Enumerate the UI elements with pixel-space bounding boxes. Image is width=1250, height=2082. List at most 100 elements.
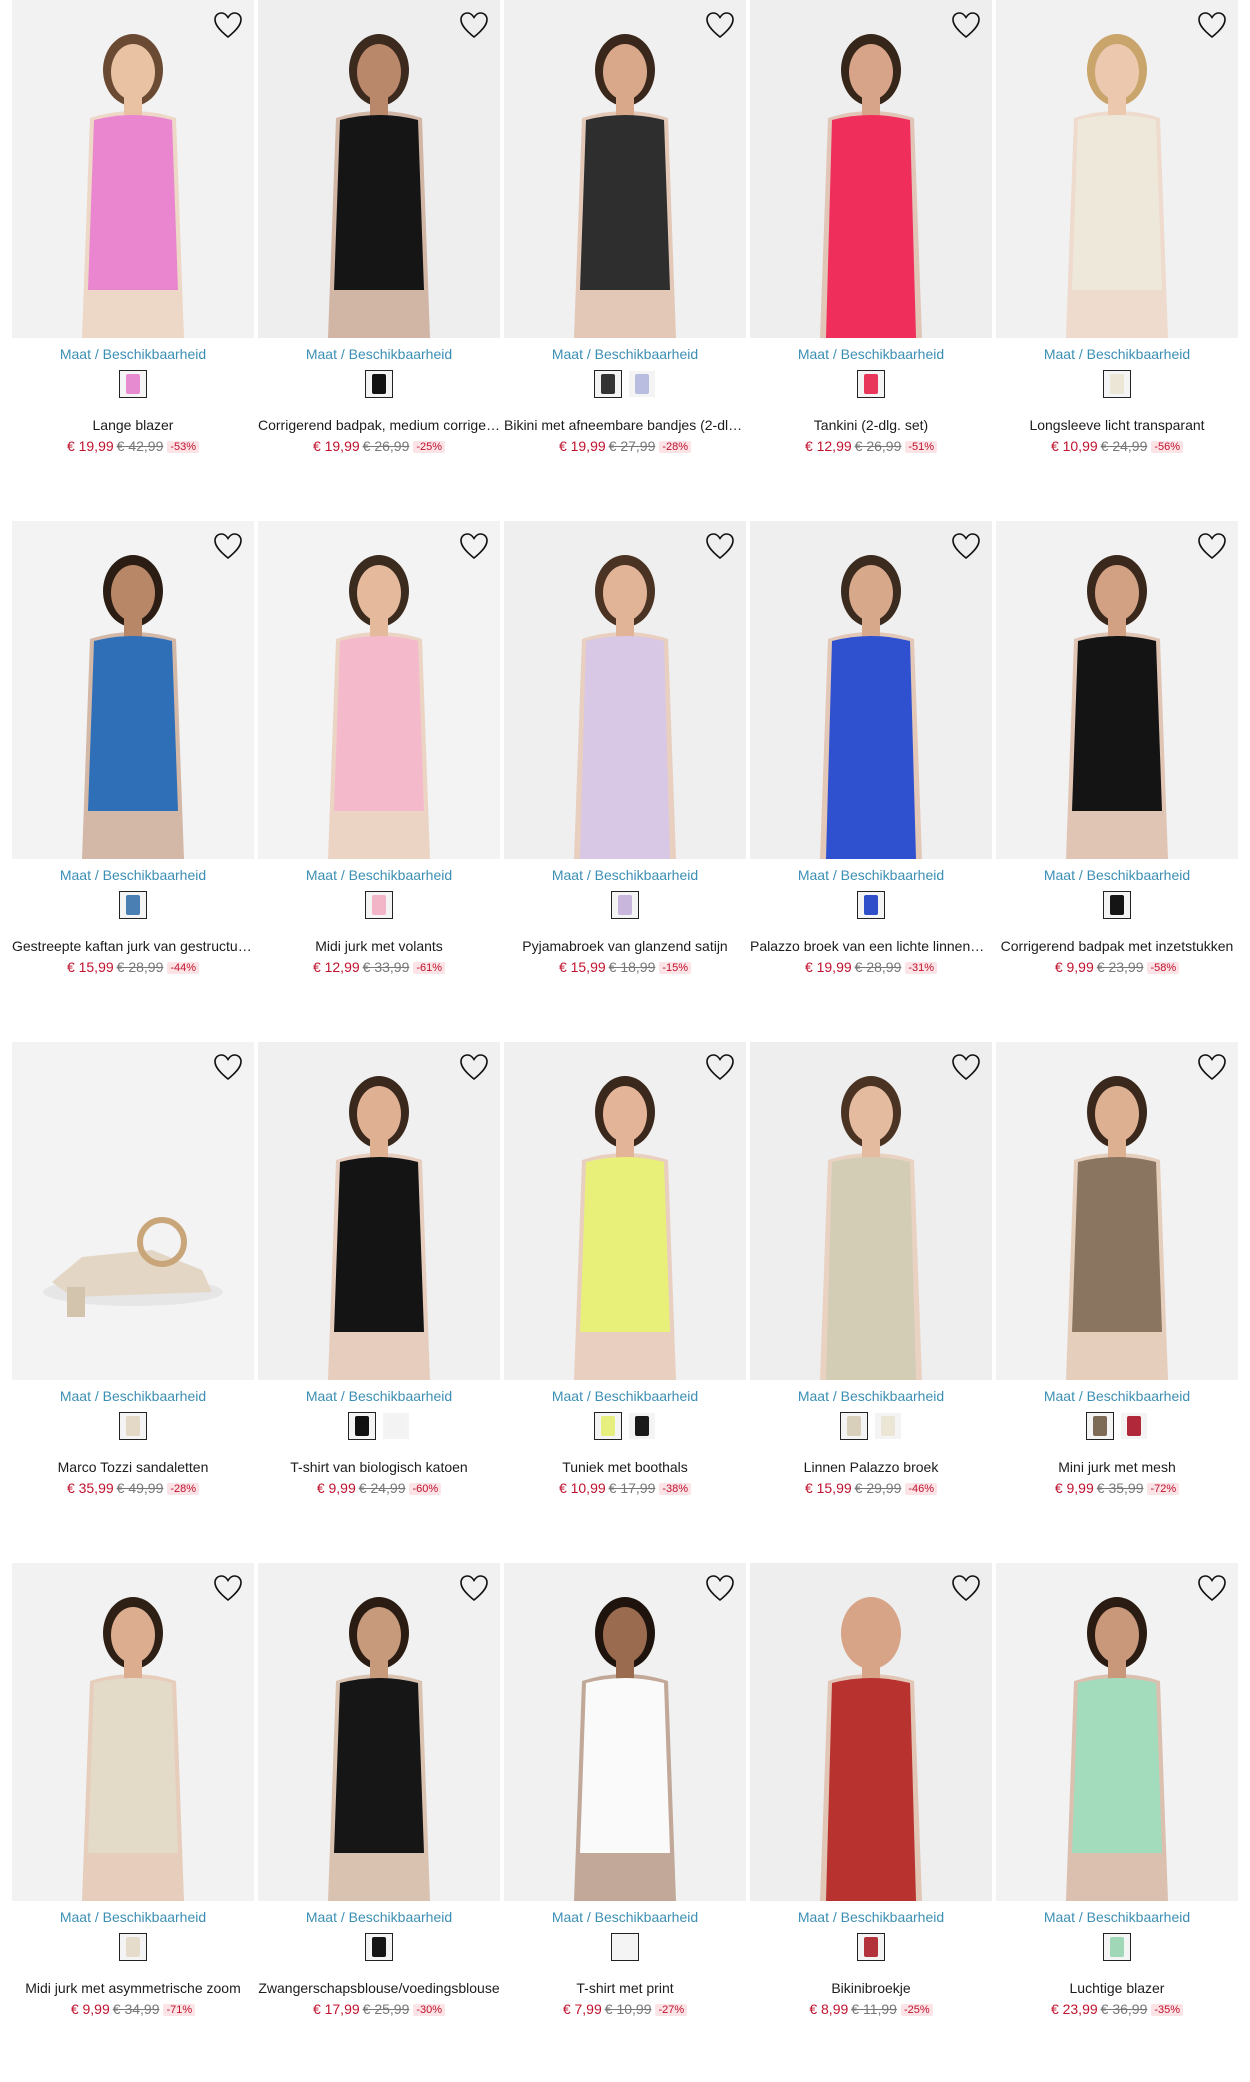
- product-image[interactable]: [504, 1042, 746, 1380]
- product-card[interactable]: Maat / Beschikbaarheid T-shirt van biolog…: [258, 1042, 500, 1522]
- size-availability-link[interactable]: Maat / Beschikbaarheid: [258, 1388, 500, 1404]
- product-image[interactable]: [12, 521, 254, 859]
- size-availability-link[interactable]: Maat / Beschikbaarheid: [996, 867, 1238, 883]
- product-card[interactable]: Maat / Beschikbaarheid Bikinibroekje € 8,9…: [750, 1563, 992, 2043]
- product-title[interactable]: Zwangerschapsblouse/voedingsblouse: [258, 1980, 500, 1996]
- wishlist-heart-icon[interactable]: [458, 10, 490, 40]
- product-image[interactable]: [750, 1042, 992, 1380]
- size-availability-link[interactable]: Maat / Beschikbaarheid: [12, 1909, 254, 1925]
- wishlist-heart-icon[interactable]: [212, 531, 244, 561]
- product-title[interactable]: Corrigerend badpak, medium corrigerend: [258, 417, 500, 433]
- color-swatch[interactable]: [857, 891, 885, 919]
- product-title[interactable]: Pyjamabroek van glanzend satijn: [504, 938, 746, 954]
- size-availability-link[interactable]: Maat / Beschikbaarheid: [996, 346, 1238, 362]
- product-image[interactable]: [504, 0, 746, 338]
- product-card[interactable]: Maat / Beschikbaarheid Midi jurk met asym…: [12, 1563, 254, 2043]
- wishlist-heart-icon[interactable]: [704, 10, 736, 40]
- color-swatch[interactable]: [628, 1412, 656, 1440]
- wishlist-heart-icon[interactable]: [1196, 531, 1228, 561]
- color-swatch[interactable]: [1103, 370, 1131, 398]
- color-swatch[interactable]: [611, 1933, 639, 1961]
- product-image[interactable]: [12, 1563, 254, 1901]
- product-card[interactable]: Maat / Beschikbaarheid Lange blazer € 19,9…: [12, 0, 254, 480]
- product-title[interactable]: T-shirt met print: [504, 1980, 746, 1996]
- product-title[interactable]: Palazzo broek van een lichte linnenmix: [750, 938, 992, 954]
- color-swatch[interactable]: [611, 891, 639, 919]
- wishlist-heart-icon[interactable]: [212, 1573, 244, 1603]
- product-card[interactable]: Maat / Beschikbaarheid T-shirt met print €…: [504, 1563, 746, 2043]
- product-title[interactable]: T-shirt van biologisch katoen: [258, 1459, 500, 1475]
- product-title[interactable]: Corrigerend badpak met inzetstukken: [996, 938, 1238, 954]
- product-card[interactable]: Maat / Beschikbaarheid Marco Tozzi sandal…: [12, 1042, 254, 1522]
- product-image[interactable]: [996, 0, 1238, 338]
- product-image[interactable]: [996, 1042, 1238, 1380]
- color-swatch[interactable]: [628, 370, 656, 398]
- product-card[interactable]: Maat / Beschikbaarheid Linnen Palazzo bro…: [750, 1042, 992, 1522]
- product-card[interactable]: Maat / Beschikbaarheid Corrigerend badpak…: [996, 521, 1238, 1001]
- wishlist-heart-icon[interactable]: [950, 1052, 982, 1082]
- product-title[interactable]: Tuniek met boothals: [504, 1459, 746, 1475]
- color-swatch[interactable]: [594, 1412, 622, 1440]
- product-image[interactable]: [12, 0, 254, 338]
- product-title[interactable]: Bikinibroekje: [750, 1980, 992, 1996]
- color-swatch[interactable]: [365, 1933, 393, 1961]
- color-swatch[interactable]: [365, 891, 393, 919]
- wishlist-heart-icon[interactable]: [212, 10, 244, 40]
- color-swatch[interactable]: [1103, 1933, 1131, 1961]
- size-availability-link[interactable]: Maat / Beschikbaarheid: [258, 1909, 500, 1925]
- product-card[interactable]: Maat / Beschikbaarheid Gestreepte kaftan …: [12, 521, 254, 1001]
- product-card[interactable]: Maat / Beschikbaarheid Midi jurk met vola…: [258, 521, 500, 1001]
- product-title[interactable]: Midi jurk met volants: [258, 938, 500, 954]
- wishlist-heart-icon[interactable]: [1196, 1052, 1228, 1082]
- color-swatch[interactable]: [1120, 1412, 1148, 1440]
- product-title[interactable]: Marco Tozzi sandaletten: [12, 1459, 254, 1475]
- color-swatch[interactable]: [348, 1412, 376, 1440]
- product-image[interactable]: [258, 1563, 500, 1901]
- product-image[interactable]: [258, 1042, 500, 1380]
- color-swatch[interactable]: [119, 1933, 147, 1961]
- size-availability-link[interactable]: Maat / Beschikbaarheid: [504, 1388, 746, 1404]
- size-availability-link[interactable]: Maat / Beschikbaarheid: [12, 867, 254, 883]
- product-card[interactable]: Maat / Beschikbaarheid Bikini met afneemb…: [504, 0, 746, 480]
- wishlist-heart-icon[interactable]: [704, 1573, 736, 1603]
- product-image[interactable]: [750, 1563, 992, 1901]
- wishlist-heart-icon[interactable]: [458, 531, 490, 561]
- product-image[interactable]: [996, 521, 1238, 859]
- product-card[interactable]: Maat / Beschikbaarheid Mini jurk met mesh…: [996, 1042, 1238, 1522]
- size-availability-link[interactable]: Maat / Beschikbaarheid: [750, 1909, 992, 1925]
- product-card[interactable]: Maat / Beschikbaarheid Corrigerend badpak…: [258, 0, 500, 480]
- wishlist-heart-icon[interactable]: [950, 10, 982, 40]
- product-title[interactable]: Luchtige blazer: [996, 1980, 1238, 1996]
- product-card[interactable]: Maat / Beschikbaarheid Pyjamabroek van gl…: [504, 521, 746, 1001]
- size-availability-link[interactable]: Maat / Beschikbaarheid: [504, 867, 746, 883]
- color-swatch[interactable]: [840, 1412, 868, 1440]
- size-availability-link[interactable]: Maat / Beschikbaarheid: [750, 346, 992, 362]
- size-availability-link[interactable]: Maat / Beschikbaarheid: [504, 346, 746, 362]
- color-swatch[interactable]: [1103, 891, 1131, 919]
- wishlist-heart-icon[interactable]: [950, 1573, 982, 1603]
- product-title[interactable]: Tankini (2-dlg. set): [750, 417, 992, 433]
- product-image[interactable]: [258, 0, 500, 338]
- wishlist-heart-icon[interactable]: [458, 1573, 490, 1603]
- product-title[interactable]: Longsleeve licht transparant: [996, 417, 1238, 433]
- size-availability-link[interactable]: Maat / Beschikbaarheid: [504, 1909, 746, 1925]
- color-swatch[interactable]: [119, 891, 147, 919]
- product-image[interactable]: [504, 1563, 746, 1901]
- size-availability-link[interactable]: Maat / Beschikbaarheid: [12, 1388, 254, 1404]
- product-image[interactable]: [258, 521, 500, 859]
- product-card[interactable]: Maat / Beschikbaarheid Tuniek met boothal…: [504, 1042, 746, 1522]
- product-image[interactable]: [504, 521, 746, 859]
- size-availability-link[interactable]: Maat / Beschikbaarheid: [258, 346, 500, 362]
- wishlist-heart-icon[interactable]: [458, 1052, 490, 1082]
- color-swatch[interactable]: [594, 370, 622, 398]
- wishlist-heart-icon[interactable]: [950, 531, 982, 561]
- product-title[interactable]: Lange blazer: [12, 417, 254, 433]
- size-availability-link[interactable]: Maat / Beschikbaarheid: [258, 867, 500, 883]
- product-title[interactable]: Bikini met afneembare bandjes (2-dlg. se…: [504, 417, 746, 433]
- size-availability-link[interactable]: Maat / Beschikbaarheid: [12, 346, 254, 362]
- product-card[interactable]: Maat / Beschikbaarheid Longsleeve licht t…: [996, 0, 1238, 480]
- product-card[interactable]: Maat / Beschikbaarheid Palazzo broek van …: [750, 521, 992, 1001]
- wishlist-heart-icon[interactable]: [212, 1052, 244, 1082]
- color-swatch[interactable]: [382, 1412, 410, 1440]
- product-card[interactable]: Maat / Beschikbaarheid Tankini (2-dlg. se…: [750, 0, 992, 480]
